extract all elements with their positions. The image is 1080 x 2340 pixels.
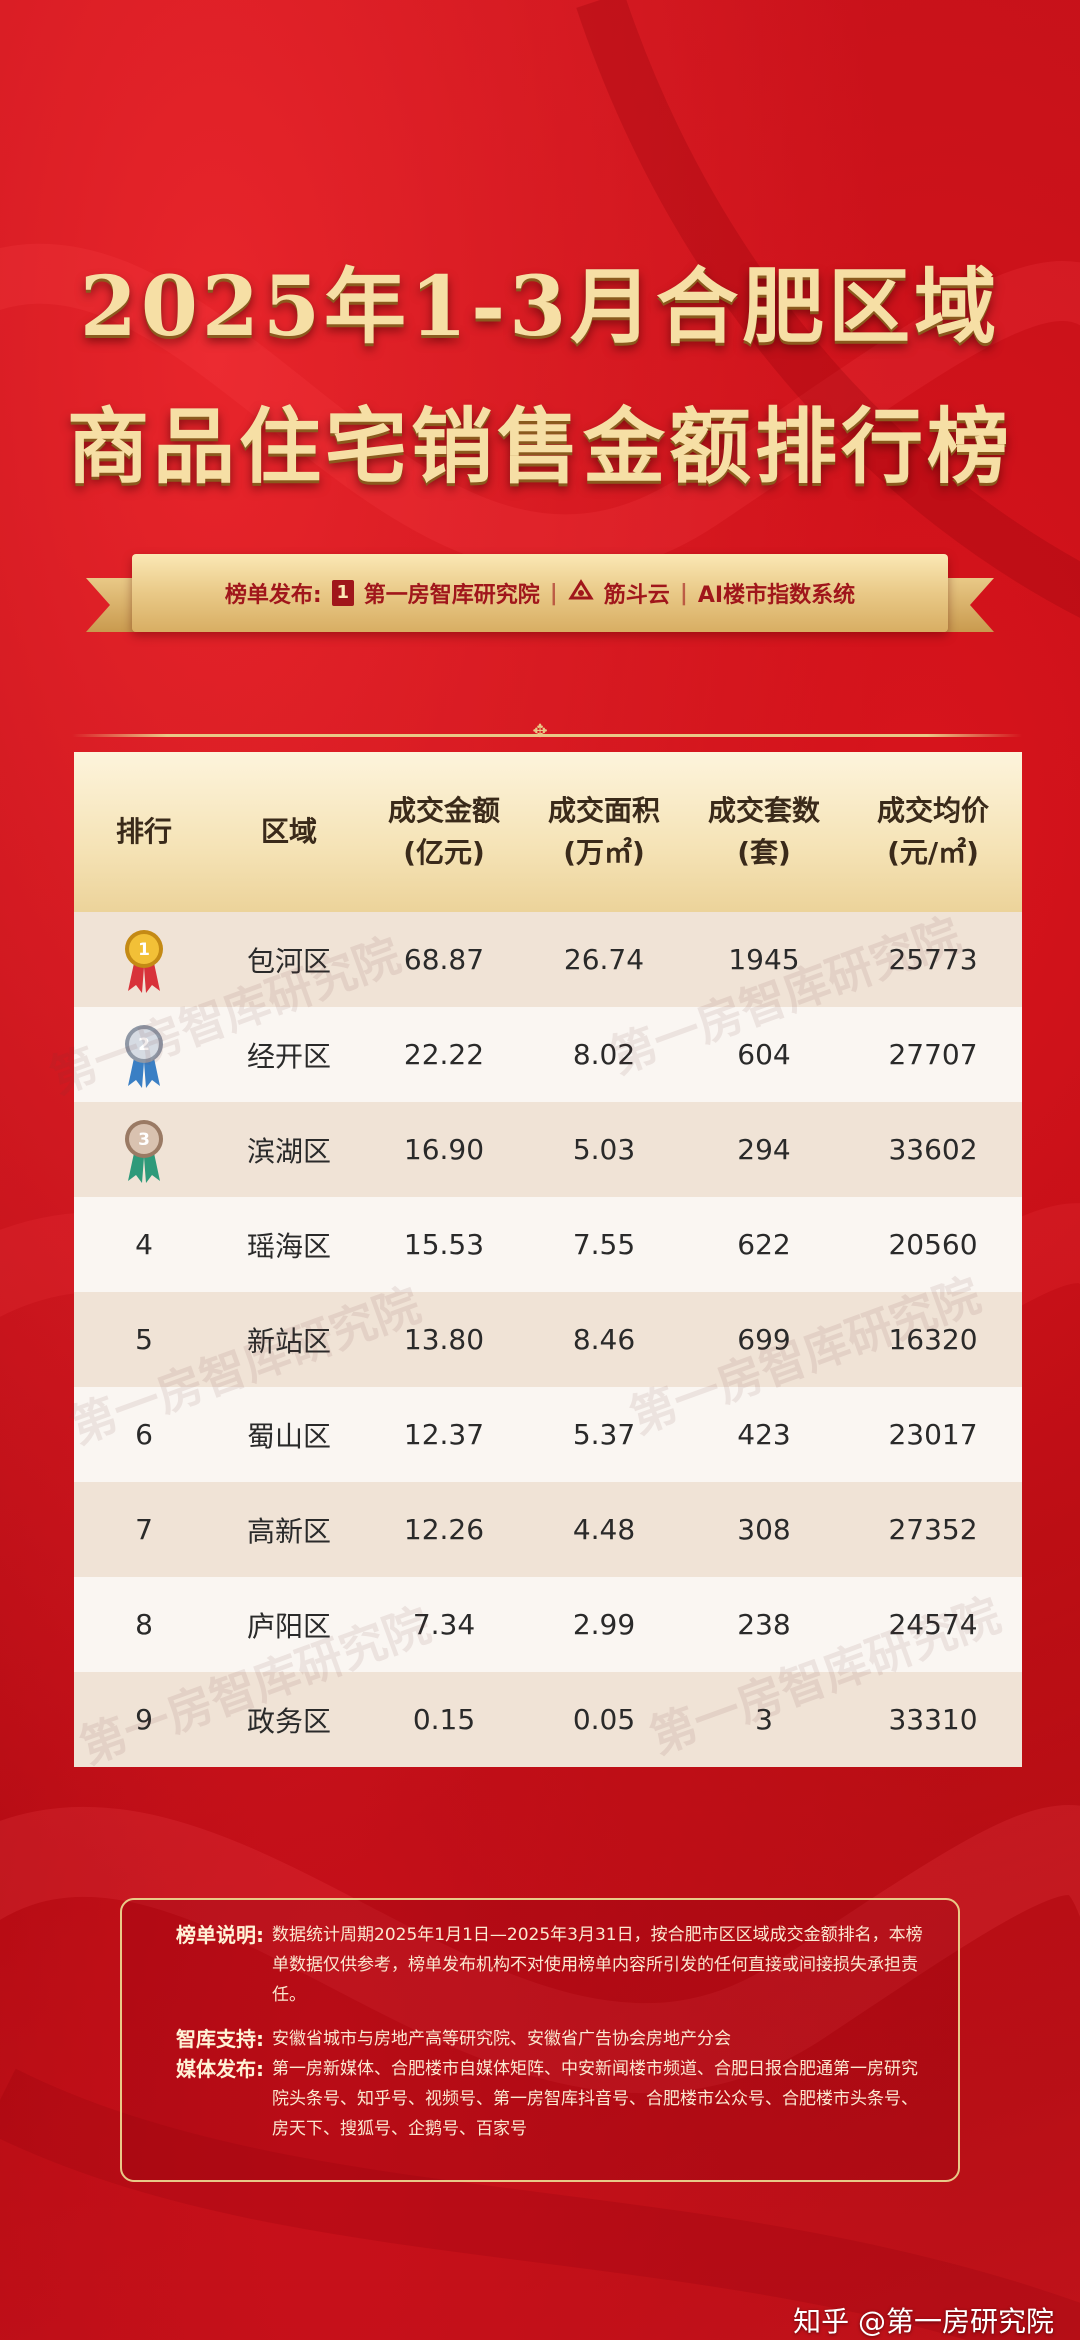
header-price: 成交均价 (元/㎡) [876,794,989,869]
svg-text:1: 1 [138,940,150,960]
cell-units: 308 [737,1513,791,1546]
cell-area: 2.99 [572,1608,636,1641]
ranking-table: 排行 区域 成交金额 (亿元) 成交面积 (万㎡) 成交套数 (套) 成交均价 (元/㎡… [74,752,1022,1767]
cell-district: 高新区 [246,1514,331,1548]
gold-medal-icon: 1 [122,925,166,995]
page-title-line1: 2025年1-3月合肥区域 [79,259,1001,355]
note-description: 榜单说明: 数据统计周期2025年1月1日—2025年3月31日，按合肥市区区域… [176,1920,928,2010]
cell-amount: 12.37 [403,1418,485,1451]
publisher-org2: 筋斗云 [603,583,670,608]
page-title-line2: 商品住宅销售金额排行榜 [66,399,1013,495]
cell-units: 622 [737,1228,791,1261]
note-desc-label: 榜单说明: [176,1923,264,1947]
header-rank: 排行 [115,815,172,848]
cell-rank: 4 [135,1228,153,1261]
cell-district: 滨湖区 [246,1134,331,1168]
note-support-label: 智库支持: [176,2027,264,2051]
bronze-medal-icon: 3 [122,1115,166,1185]
header-area: 成交面积 (万㎡) [547,794,660,869]
header-units: 成交套数 (套) [707,794,820,869]
header-district: 区域 [260,815,317,848]
institute-logo-icon: 1 [331,580,354,606]
cell-area: 7.55 [572,1228,636,1261]
publisher-separator: | [679,580,688,606]
table-row: 7 高新区 12.26 4.48 308 27352 [74,1482,1022,1577]
cell-units: 294 [737,1133,791,1166]
cell-price: 27352 [888,1513,978,1546]
cell-price: 27707 [888,1038,978,1071]
cell-area: 5.03 [572,1133,636,1166]
note-media-text: 第一房新媒体、合肥楼市自媒体矩阵、中安新闻楼市频道、合肥日报合肥通第一房研究院头… [272,2059,918,2139]
note-media-label: 媒体发布: [176,2057,264,2081]
cell-amount: 0.15 [412,1703,476,1736]
publisher-ribbon: 榜单发布: 1 第一房智库研究院 | 筋斗云 | AI楼市指数系统 [86,548,994,648]
note-media: 媒体发布: 第一房新媒体、合肥楼市自媒体矩阵、中安新闻楼市频道、合肥日报合肥通第… [176,2054,928,2144]
notes-box: 榜单说明: 数据统计周期2025年1月1日—2025年3月31日，按合肥市区区域… [120,1898,960,2182]
svg-text:3: 3 [138,1130,150,1150]
cell-area: 4.48 [572,1513,636,1546]
publisher-prefix: 榜单发布: [224,583,322,608]
header-amount: 成交金额 (亿元) [387,794,500,869]
cloud-logo-icon [568,579,594,607]
ornament-icon: ✥ [532,721,548,742]
cell-area: 26.74 [563,943,645,976]
note-desc-text: 数据统计周期2025年1月1日—2025年3月31日，按合肥市区区域成交金额排名… [272,1925,923,2005]
cell-rank: 7 [135,1513,153,1546]
publisher-org3: AI楼市指数系统 [697,583,856,608]
cell-district: 蜀山区 [246,1419,331,1453]
cell-amount: 12.26 [403,1513,485,1546]
cell-rank: 3 [74,1102,214,1197]
cell-price: 23017 [888,1418,978,1451]
publisher-org1: 第一房智库研究院 [363,583,540,608]
cell-price: 33602 [888,1133,978,1166]
note-support: 智库支持: 安徽省城市与房地产高等研究院、安徽省广告协会房地产分会 [176,2024,928,2054]
zhihu-credit: 知乎 @第一房研究院 [793,2305,1054,2338]
note-support-text: 安徽省城市与房地产高等研究院、安徽省广告协会房地产分会 [272,2029,731,2049]
table-row: 4 瑶海区 15.53 7.55 622 20560 [74,1197,1022,1292]
table-row: 3 滨湖区 16.90 5.03 294 33602 [74,1102,1022,1197]
cell-district: 瑶海区 [246,1229,331,1263]
publisher-separator: | [549,580,558,606]
cell-rank: 8 [135,1608,153,1641]
cell-amount: 22.22 [403,1038,485,1071]
ribbon-banner: 榜单发布: 1 第一房智库研究院 | 筋斗云 | AI楼市指数系统 [132,554,948,632]
table-header-row: 排行 区域 成交金额 (亿元) 成交面积 (万㎡) 成交套数 (套) 成交均价 (元/㎡… [74,752,1022,912]
cell-amount: 16.90 [403,1133,485,1166]
